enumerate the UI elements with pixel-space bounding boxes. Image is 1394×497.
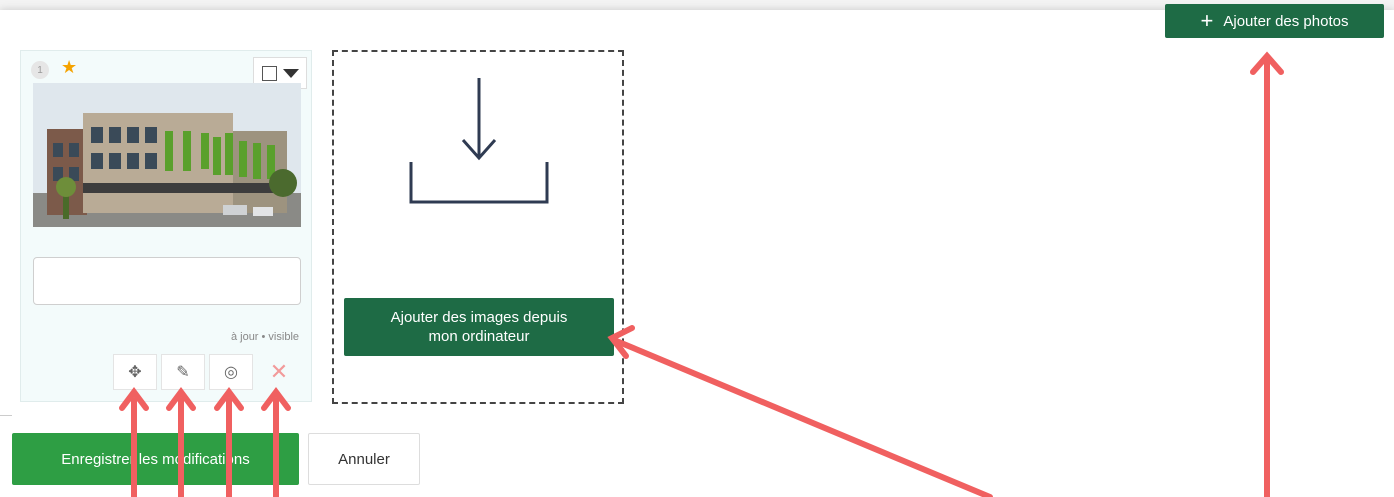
status-text: à jour • visible — [230, 331, 299, 343]
edit-button[interactable]: ✎ — [161, 354, 205, 390]
cancel-button[interactable]: Annuler — [308, 433, 420, 485]
add-photos-label: Ajouter des photos — [1223, 12, 1349, 30]
checkbox[interactable] — [261, 65, 277, 81]
move-icon: ✥ — [128, 364, 142, 381]
upload-from-computer-button[interactable]: Ajouter des images depuis mon ordinateur — [344, 298, 614, 356]
eye-slash-icon: ◎ — [224, 364, 238, 381]
save-button[interactable]: Enregistrer les modifications — [12, 433, 299, 485]
move-button[interactable]: ✥ — [113, 354, 157, 390]
upload-dropzone[interactable]: Ajouter des images depuis mon ordinateur — [332, 50, 624, 404]
order-badge: 1 — [31, 61, 49, 79]
edit-icon: ✎ — [176, 364, 190, 381]
delete-button[interactable]: ✕ — [257, 354, 301, 390]
close-icon: ✕ — [269, 359, 289, 384]
building-photo — [33, 83, 301, 227]
caption-input[interactable] — [33, 257, 301, 305]
chevron-down-icon[interactable] — [282, 68, 299, 78]
download-icon — [409, 78, 549, 204]
divider — [0, 415, 12, 416]
photo-actions: ✥ ✎ ◎ ✕ — [113, 354, 301, 390]
add-photos-button[interactable]: + Ajouter des photos — [1165, 4, 1384, 38]
plus-icon: + — [1200, 8, 1214, 33]
visibility-button[interactable]: ◎ — [209, 354, 253, 390]
star-icon[interactable]: ★ — [61, 57, 77, 78]
photo-thumbnail[interactable] — [33, 83, 301, 227]
photo-card: 1 ★ à jour • visible ✥ ✎ ◎ ✕ — [20, 50, 312, 402]
